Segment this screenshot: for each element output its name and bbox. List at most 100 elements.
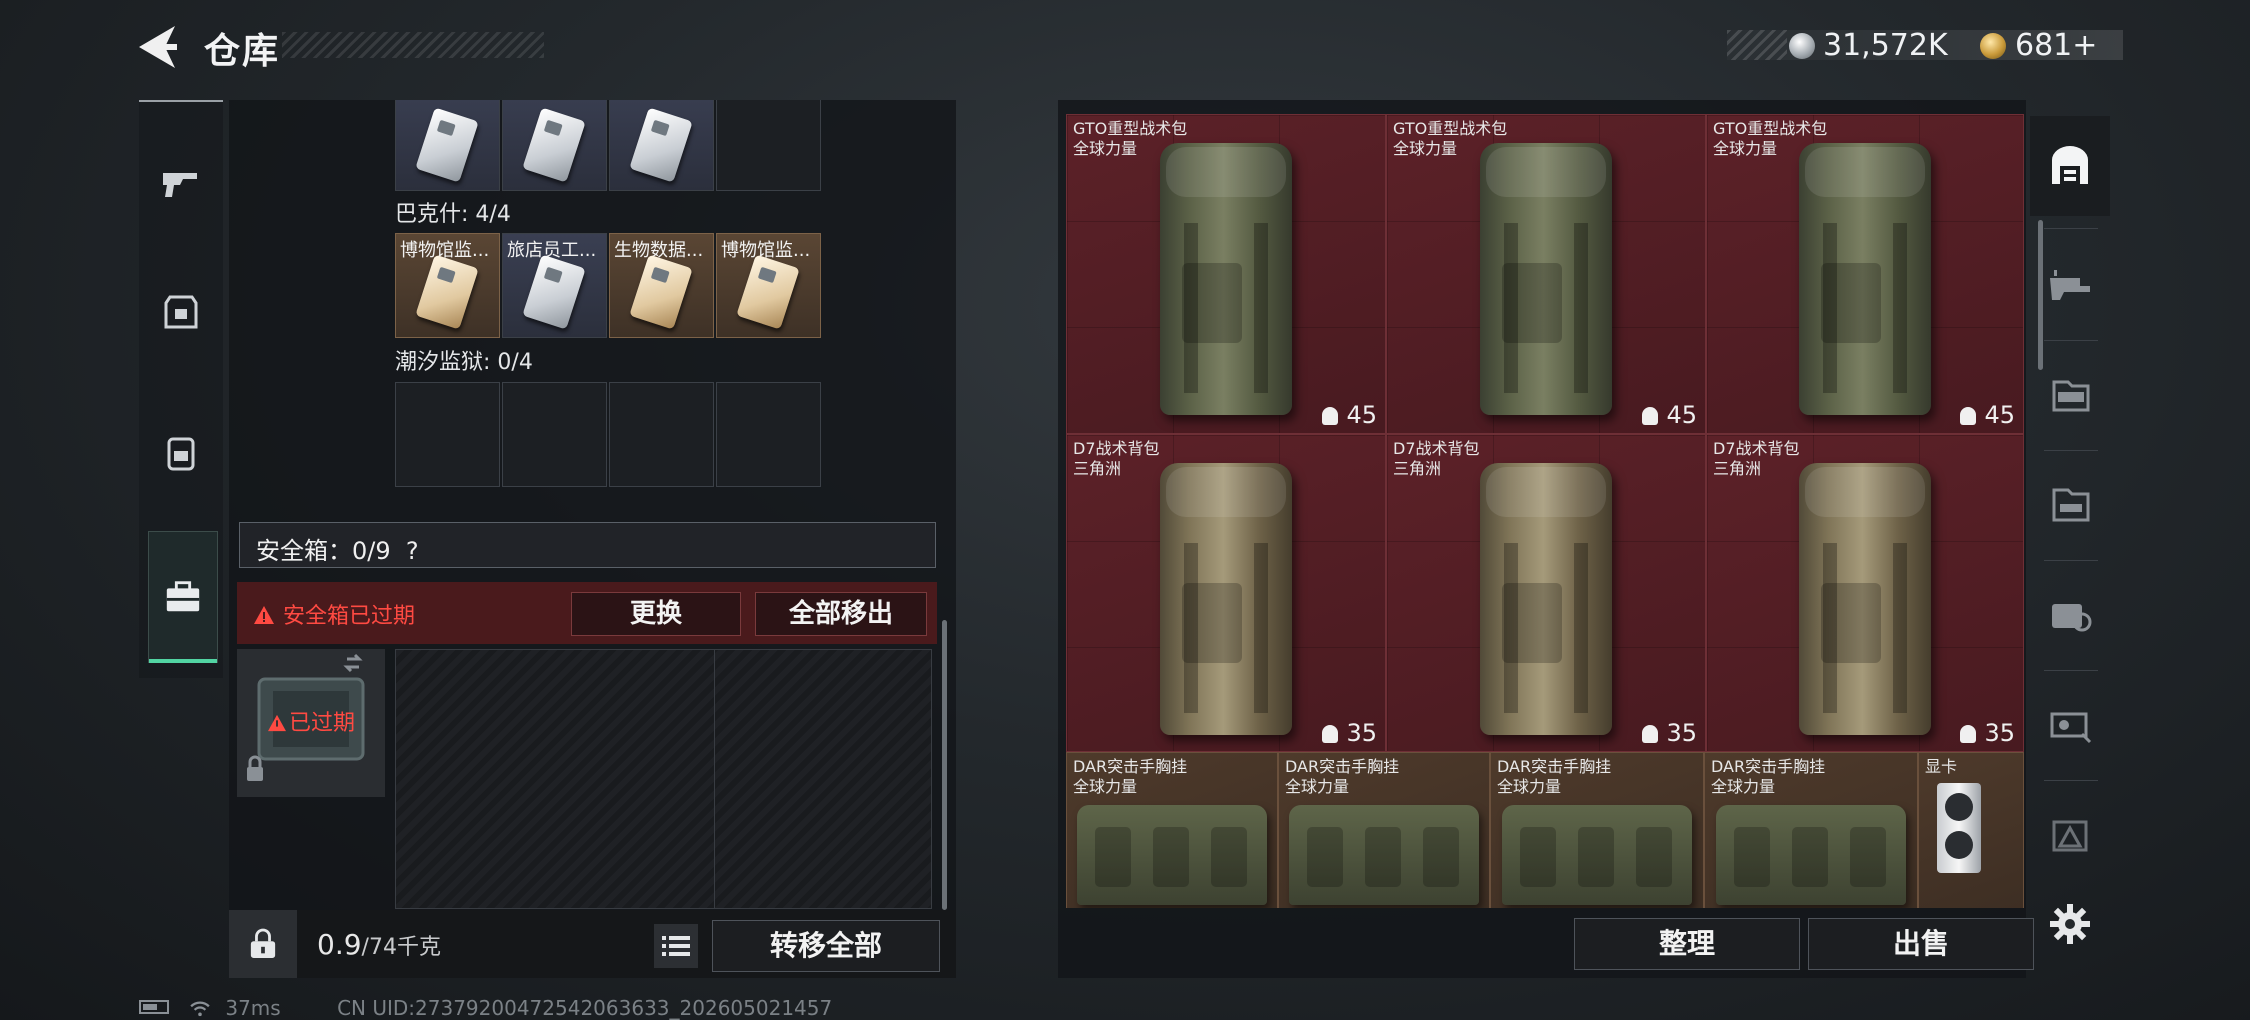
weapon-category-icon	[2050, 270, 2090, 300]
keycard-icon	[415, 254, 479, 330]
lock-button[interactable]	[229, 910, 297, 978]
stash-item[interactable]: GTO重型战术包 全球力量 45	[1066, 114, 1386, 434]
stash-item[interactable]: D7战术背包 三角洲 35	[1386, 434, 1706, 752]
page-title: 仓库	[204, 31, 281, 72]
active-tab-indicator	[149, 659, 217, 663]
safebox-expired-bar: 安全箱已过期 更换 全部移出	[237, 582, 937, 644]
wifi-icon	[189, 996, 217, 1020]
case-expired-label: 已过期	[267, 705, 355, 737]
warehouse-icon	[2052, 146, 2088, 184]
list-icon	[662, 936, 690, 956]
backpack-image	[1480, 143, 1612, 415]
safebox-case[interactable]: 已过期	[237, 649, 385, 797]
capacity-badge: 45	[1960, 401, 2015, 429]
back-arrow-icon	[139, 26, 177, 68]
empty-slot[interactable]	[395, 382, 500, 487]
currency-bar: 31,572K 681+	[1727, 28, 2123, 63]
stash-panel: GTO重型战术包 全球力量 45 GTO重型战术包 全球力量 45 GTO重型战术包…	[1058, 100, 2034, 978]
weight-lock-icon	[250, 928, 276, 958]
title-decoration	[282, 32, 544, 58]
graphics-card-image	[1937, 783, 1981, 873]
backpack-image	[1160, 143, 1292, 415]
keycard-icon	[415, 107, 479, 183]
item-slot[interactable]: 生物数据...	[609, 233, 714, 338]
equipment-category-icon	[2052, 488, 2090, 522]
tab-backpack[interactable]	[139, 392, 223, 512]
tab-safebox[interactable]	[148, 531, 218, 663]
keycard-icon	[522, 107, 586, 183]
top-card-row	[395, 100, 821, 191]
gun-icon	[163, 173, 197, 197]
backpack-image	[1480, 463, 1612, 735]
category-equipment[interactable]	[2030, 454, 2110, 554]
safebox-grid[interactable]	[395, 649, 932, 909]
silver-coin-icon	[1789, 33, 1815, 59]
currency-silver: 31,572K	[1823, 28, 1948, 63]
misc-category-icon	[2052, 820, 2088, 852]
item-slot[interactable]	[395, 100, 500, 191]
move-all-out-button[interactable]: 全部移出	[755, 592, 927, 636]
help-icon[interactable]: ?	[406, 537, 419, 565]
status-line: 37ms CN UID:273792004725420636​33_202605…	[139, 996, 832, 1020]
ping-text: 37ms	[225, 996, 281, 1020]
sell-button[interactable]: 出售	[1808, 918, 2034, 970]
scrollbar[interactable]	[942, 620, 947, 910]
transfer-all-button[interactable]: 转移全部	[712, 920, 940, 972]
keycard-icon	[522, 254, 586, 330]
backpack-image	[1160, 463, 1292, 735]
category-armor[interactable]	[2030, 344, 2110, 444]
empty-slot[interactable]	[502, 382, 607, 487]
category-keys[interactable]	[2030, 674, 2110, 774]
section-bakesh: 巴克什: 4/4	[395, 202, 511, 227]
currency-gold[interactable]: 681+	[2015, 28, 2097, 63]
category-medical[interactable]	[2030, 564, 2110, 664]
capacity-badge: 45	[1642, 401, 1697, 429]
backpack-image	[1799, 463, 1931, 735]
tab-weapons[interactable]	[139, 122, 223, 242]
backpack-image	[1799, 143, 1931, 415]
inventory-panel: 巴克什: 4/4 博物馆监... 旅店员工... 生物数据... 博物馆监...…	[229, 100, 956, 978]
tidal-prison-row	[395, 382, 821, 487]
stash-item[interactable]: DAR突击手胸挂 全球力量	[1278, 752, 1490, 908]
stash-item[interactable]: D7战术背包 三角洲 35	[1706, 434, 2024, 752]
warning-icon	[268, 714, 286, 732]
backpack-icon	[167, 437, 195, 471]
item-slot[interactable]	[609, 100, 714, 191]
capacity-badge: 35	[1960, 719, 2015, 747]
chest-rig-image	[1716, 805, 1906, 905]
keycard-icon	[629, 107, 693, 183]
medical-category-icon	[2052, 604, 2092, 632]
stash-item[interactable]: GTO重型战术包 全球力量 45	[1706, 114, 2024, 434]
empty-slot[interactable]	[609, 382, 714, 487]
settings-button[interactable]	[2030, 874, 2110, 974]
keycard-icon	[629, 254, 693, 330]
replace-button[interactable]: 更换	[571, 592, 741, 636]
item-slot[interactable]: 旅店员工...	[502, 233, 607, 338]
tab-armor[interactable]	[139, 252, 223, 372]
stash-item[interactable]: D7战术背包 三角洲 35	[1066, 434, 1386, 752]
empty-slot[interactable]	[716, 382, 821, 487]
stash-item[interactable]: DAR突击手胸挂 全球力量	[1066, 752, 1278, 908]
item-slot[interactable]: 博物馆监...	[716, 233, 821, 338]
sort-button[interactable]: 整理	[1574, 918, 1800, 970]
stash-item[interactable]: DAR突击手胸挂 全球力量	[1490, 752, 1704, 908]
category-all[interactable]	[2030, 116, 2110, 216]
stash-item[interactable]: DAR突击手胸挂 全球力量	[1704, 752, 1918, 908]
list-view-button[interactable]	[654, 924, 698, 968]
empty-slot[interactable]	[716, 100, 821, 191]
uid-text: CN UID:273792004725420636​33_20260502145…	[337, 996, 833, 1020]
stash-item[interactable]: GTO重型战术包 全球力量 45	[1386, 114, 1706, 434]
briefcase-icon	[166, 581, 200, 612]
section-tidal-prison: 潮汐监狱: 0/4	[395, 350, 533, 375]
warning-icon	[254, 606, 274, 624]
item-slot[interactable]	[502, 100, 607, 191]
safebox-header: 安全箱：0/9 ?	[239, 522, 936, 568]
item-slot[interactable]: 博物馆监...	[395, 233, 500, 338]
stash-item[interactable]: 显卡	[1918, 752, 2024, 908]
back-button[interactable]	[135, 24, 179, 70]
category-weapons[interactable]	[2030, 234, 2110, 334]
gold-coin-icon	[1980, 33, 2006, 59]
bakesh-card-row: 博物馆监... 旅店员工... 生物数据... 博物馆监...	[395, 233, 821, 338]
capacity-badge: 35	[1322, 719, 1377, 747]
category-misc[interactable]	[2030, 784, 2110, 884]
